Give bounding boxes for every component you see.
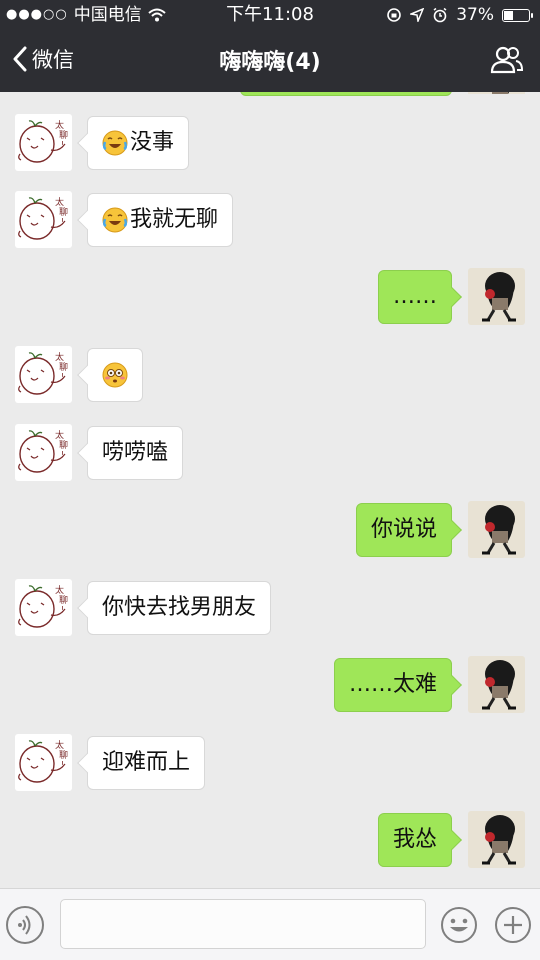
message-text: 你快去找男朋友 [102,595,257,620]
message-bubble[interactable]: 你说说 [355,503,452,557]
chat-area[interactable]: 太 聊 ! 没事 太 聊 ! 我就无聊 …… 太 聊 ! 太 聊 ! 唠唠嗑 你… [0,92,540,888]
svg-text:!: ! [61,372,64,381]
alarm-icon [433,7,447,23]
message-bubble[interactable] [87,348,143,402]
status-bar: ●●●○○ 中国电信 下午11:08 37% [0,0,540,30]
my-avatar[interactable] [468,268,525,325]
message-row: 我怂 [0,811,540,881]
message-row: 太 聊 ! 你快去找男朋友 [0,579,540,649]
emoji-button[interactable] [440,906,478,944]
sender-avatar[interactable]: 太 聊 ! [15,424,72,481]
message-row: …… [0,268,540,338]
sender-avatar[interactable]: 太 聊 ! [15,191,72,248]
svg-text:!: ! [61,760,64,769]
svg-text:!: ! [61,450,64,459]
message-text: 迎难而上 [102,750,191,775]
message-bubble[interactable]: 没事 [87,116,190,170]
svg-text:太: 太 [55,119,64,131]
voice-button[interactable] [6,906,44,944]
group-members-button[interactable] [490,46,524,78]
message-input[interactable] [60,899,426,949]
svg-text:太: 太 [55,351,64,363]
svg-text:太: 太 [55,739,64,751]
svg-text:太: 太 [55,196,64,208]
message-bubble[interactable]: …… [378,270,452,324]
rotation-lock-icon [387,8,402,22]
my-avatar-partial [468,92,525,94]
chat-title: 嗨嗨嗨(4) [219,50,321,75]
smiley-icon [441,907,477,943]
message-row: ……太难 [0,656,540,726]
message-bubble[interactable]: 迎难而上 [87,736,206,790]
sender-avatar[interactable]: 太 聊 ! [15,579,72,636]
message-text: …… [393,284,437,309]
flushed-emoji [102,362,128,388]
message-row: 太 聊 ! 唠唠嗑 [0,424,540,494]
message-text: ……太难 [348,672,437,697]
message-text: 你说说 [370,517,437,542]
crying-laughing-emoji [102,207,128,233]
message-row: 太 聊 ! 没事 [0,114,540,184]
voice-icon [18,915,31,935]
message-row: 你说说 [0,501,540,571]
svg-text:!: ! [61,605,64,614]
top-bar: ●●●○○ 中国电信 下午11:08 37% 微信 嗨嗨嗨(4) [0,0,540,92]
message-row: 太 聊 ! 我就无聊 [0,191,540,261]
more-button[interactable] [494,906,532,944]
message-text: 没事 [130,130,175,155]
my-avatar[interactable] [468,811,525,868]
svg-text:!: ! [61,217,64,226]
svg-text:太: 太 [55,584,64,596]
message-bubble[interactable]: 唠唠嗑 [87,426,184,480]
my-avatar[interactable] [468,656,525,713]
message-bubble[interactable]: 我怂 [377,813,452,867]
input-bar [0,888,540,960]
message-text: 唠唠嗑 [102,440,169,465]
sender-avatar[interactable]: 太 聊 ! [15,346,72,403]
sender-avatar[interactable]: 太 聊 ! [15,114,72,171]
nav-bar: 微信 嗨嗨嗨(4) [0,30,540,92]
message-row: 太 聊 ! 迎难而上 [0,734,540,804]
svg-text:太: 太 [55,429,64,441]
message-bubble-partial [240,92,452,96]
message-row: 太 聊 ! [0,346,540,416]
message-text: 我怂 [392,827,437,852]
message-bubble[interactable]: ……太难 [333,658,452,712]
plus-icon [495,907,531,943]
message-bubble[interactable]: 你快去找男朋友 [87,581,272,635]
my-avatar[interactable] [468,501,525,558]
svg-text:!: ! [61,140,64,149]
location-icon [410,8,425,22]
crying-laughing-emoji [102,130,128,156]
message-text: 我就无聊 [130,207,219,232]
people-icon [490,46,524,74]
battery-icon [502,8,533,22]
message-bubble[interactable]: 我就无聊 [87,193,234,247]
sender-avatar[interactable]: 太 聊 ! [15,734,72,791]
battery-percent: 37% [456,5,494,25]
